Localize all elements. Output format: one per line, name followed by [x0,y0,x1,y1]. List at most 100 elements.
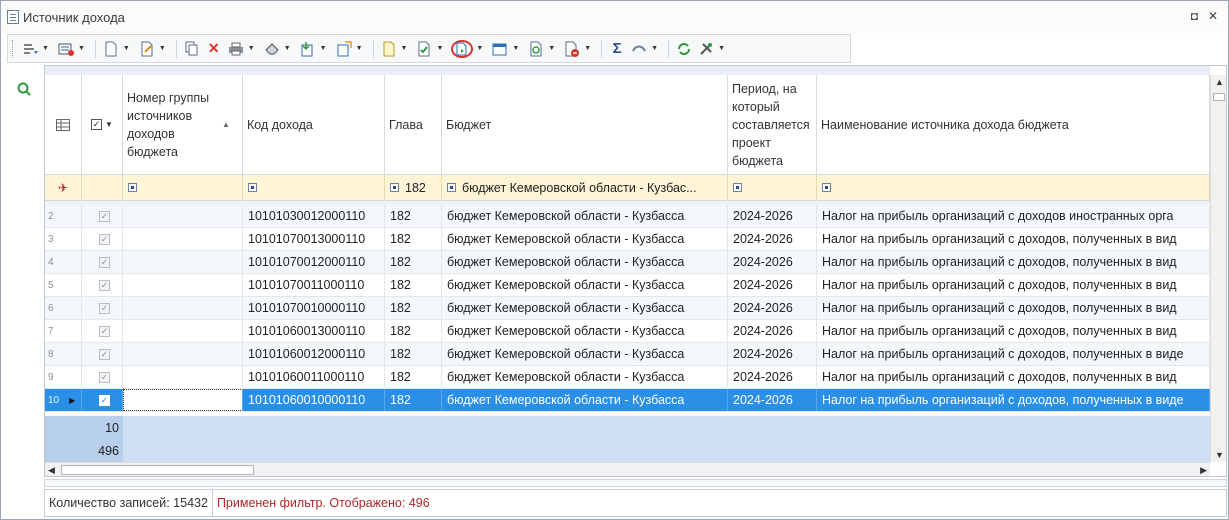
checkbox-icon[interactable]: ✓ [99,325,110,337]
check-button[interactable]: ▼ [413,38,449,60]
copy-button[interactable] [181,38,203,60]
clear-button[interactable]: ▼ [261,38,297,60]
column-header-name[interactable]: Наименование источника дохода бюджета [817,75,1210,175]
column-chooser-button[interactable] [45,75,82,175]
cell-code[interactable]: 10101060013000110 [243,320,385,342]
cell-group[interactable] [123,251,243,273]
cell-group[interactable] [123,205,243,227]
cell-chapter[interactable]: 182 [385,205,442,227]
cell-budget[interactable]: бюджет Кемеровской области - Кузбасса [442,251,728,273]
filter-cell-checkbox[interactable] [82,175,123,200]
column-header-period[interactable]: Период, на который составляется проект б… [728,75,817,175]
cell-name[interactable]: Налог на прибыль организаций с доходов, … [817,274,1210,296]
document-settings-button[interactable]: ▼ [378,38,414,60]
cell-group[interactable] [123,320,243,342]
cell-code[interactable]: 10101070011000110 [243,274,385,296]
filter-operator-icon[interactable] [128,183,137,192]
vertical-scrollbar[interactable]: ▲ ▼ [1210,75,1226,462]
cell-name[interactable]: Налог на прибыль организаций с доходов, … [817,343,1210,365]
filter-operator-icon[interactable] [447,183,456,192]
tools-button[interactable]: ▼ [695,38,731,60]
chevron-down-icon[interactable]: ▼ [401,45,408,52]
scroll-thumb[interactable] [61,465,254,475]
filter-cell-name[interactable] [817,175,1210,200]
cell-code[interactable]: 10101060012000110 [243,343,385,365]
checkbox-icon[interactable]: ✓ [99,371,110,383]
chevron-down-icon[interactable]: ▼ [284,45,291,52]
horizontal-scrollbar[interactable]: ◀ ▶ [45,462,1210,476]
cell-period[interactable]: 2024-2026 [728,251,817,273]
cell-budget[interactable]: бюджет Кемеровской области - Кузбасса [442,366,728,388]
cell-group[interactable] [123,389,243,411]
chevron-down-icon[interactable]: ▼ [476,45,483,52]
cell-period[interactable]: 2024-2026 [728,343,817,365]
scroll-left-icon[interactable]: ◀ [48,465,55,476]
cell-chapter[interactable]: 182 [385,228,442,250]
cell-budget[interactable]: бюджет Кемеровской области - Кузбасса [442,297,728,319]
select-all-checkbox[interactable]: ✓ ▼ [82,75,123,175]
table-row[interactable]: 4 ✓ 10101070012000110 182 бюджет Кемеровской… [45,251,1210,274]
filter-operator-icon[interactable] [390,183,399,192]
checkbox-icon[interactable]: ✓ [99,210,110,222]
cell-period[interactable]: 2024-2026 [728,320,817,342]
cell-period[interactable]: 2024-2026 [728,366,817,388]
cell-code[interactable]: 10101070012000110 [243,251,385,273]
cell-code[interactable]: 10101060010000110 [243,389,385,411]
toolbar-grip[interactable] [12,39,15,58]
sort-button[interactable]: ▼ [19,38,55,60]
cell-name[interactable]: Налог на прибыль организаций с доходов, … [817,297,1210,319]
column-header-code[interactable]: Код дохода [243,75,385,175]
cell-budget[interactable]: бюджет Кемеровской области - Кузбасса [442,228,728,250]
cell-code[interactable]: 10101060011000110 [243,366,385,388]
close-button[interactable]: ✕ [1208,9,1218,23]
cell-budget[interactable]: бюджет Кемеровской области - Кузбасса [442,343,728,365]
filter-cell-group[interactable] [123,175,243,200]
table-row[interactable]: 6 ✓ 10101070010000110 182 бюджет Кемеровской… [45,297,1210,320]
cell-period[interactable]: 2024-2026 [728,228,817,250]
checkbox-icon[interactable]: ✓ [99,256,110,268]
scroll-right-icon[interactable]: ▶ [1200,465,1207,476]
checkbox-icon[interactable]: ✓ [99,394,110,406]
chevron-down-icon[interactable]: ▼ [123,45,130,52]
reload-button[interactable] [673,38,695,60]
chevron-down-icon[interactable]: ▼ [718,45,725,52]
checkbox-icon[interactable]: ✓ [99,233,110,245]
row-checkbox[interactable]: ✓ [82,251,123,273]
search-icon[interactable] [17,82,31,96]
filter-operator-icon[interactable] [822,183,831,192]
filter-cell-budget[interactable]: бюджет Кемеровской области - Кузбас... [442,175,728,200]
pin-icon[interactable]: ✈ [45,175,82,200]
cell-editor[interactable] [123,389,242,411]
cell-chapter[interactable]: 182 [385,251,442,273]
checkbox-icon[interactable]: ✓ [99,348,110,360]
cell-group[interactable] [123,343,243,365]
chevron-down-icon[interactable]: ▼ [248,45,255,52]
cell-code[interactable]: 10101070010000110 [243,297,385,319]
scroll-thumb[interactable] [1213,93,1225,101]
row-checkbox[interactable]: ✓ [82,297,123,319]
cell-chapter[interactable]: 182 [385,297,442,319]
refresh-document-button[interactable]: ▼ [525,38,561,60]
restore-button[interactable]: ◘ [1191,9,1198,23]
cell-group[interactable] [123,228,243,250]
export-button[interactable]: ▼ [333,38,369,60]
edit-document-button[interactable]: ▼ [136,38,172,60]
cell-budget[interactable]: бюджет Кемеровской области - Кузбасса [442,205,728,227]
scroll-up-icon[interactable]: ▲ [1215,77,1224,87]
row-checkbox[interactable]: ✓ [82,366,123,388]
cell-name[interactable]: Налог на прибыль организаций с доходов, … [817,366,1210,388]
row-checkbox[interactable]: ✓ [82,320,123,342]
column-header-group[interactable]: Номер группы источников доходов бюджета … [123,75,243,175]
chevron-down-icon[interactable]: ▼ [356,45,363,52]
chevron-down-icon[interactable]: ▼ [584,45,591,52]
table-row[interactable]: 10 ▶ ✓ 10101060010000110 182 бюджет Кемеровск… [45,389,1210,412]
cell-budget[interactable]: бюджет Кемеровской области - Кузбасса [442,320,728,342]
row-checkbox[interactable]: ✓ [82,205,123,227]
cell-chapter[interactable]: 182 [385,366,442,388]
scroll-down-icon[interactable]: ▼ [1215,450,1224,460]
import-button[interactable]: ▼ [297,38,333,60]
table-row[interactable]: 7 ✓ 10101060013000110 182 бюджет Кемеровской… [45,320,1210,343]
splitter[interactable] [44,479,1227,487]
link-button[interactable]: ▼ [628,38,664,60]
cell-code[interactable]: 10101070013000110 [243,228,385,250]
